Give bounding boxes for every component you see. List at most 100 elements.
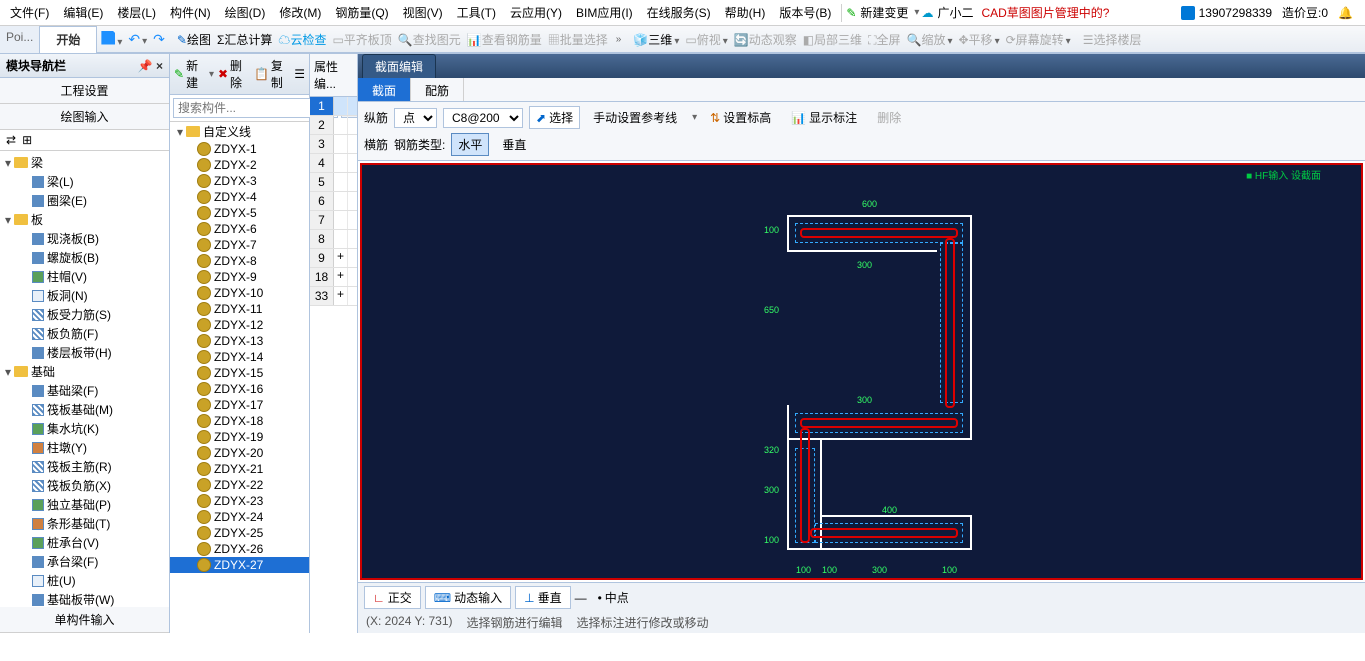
view3d-button[interactable]: 🧊三维▾ [633,31,679,48]
component-item[interactable]: ZDYX-25 [170,525,309,541]
component-item[interactable]: ZDYX-19 [170,429,309,445]
fullscreen-button[interactable]: ⛶全屏 [868,31,900,48]
menu-rebarqty[interactable]: 钢筋量(Q) [329,2,394,23]
drawing-canvas[interactable]: ■ HF输入 设截面 [360,163,1363,580]
property-row[interactable]: 6 [310,192,357,211]
show-anno-button[interactable]: 📊显示标注 [784,106,864,129]
expand-icon[interactable]: ⊞ [22,133,32,147]
ribbon-tab-start[interactable]: 开始 [39,26,97,53]
component-item[interactable]: ZDYX-13 [170,333,309,349]
component-item[interactable]: ZDYX-27 [170,557,309,573]
save-button[interactable]: ▾ [101,31,122,48]
set-elev-button[interactable]: ⇅设置标高 [703,106,778,129]
menu-view[interactable]: 视图(V) [397,2,449,23]
horiz-button[interactable]: 水平 [451,133,489,156]
component-item[interactable]: ZDYX-15 [170,365,309,381]
menu-edit[interactable]: 编辑(E) [57,2,109,23]
menu-help[interactable]: 帮助(H) [719,2,772,23]
local-3d-button[interactable]: ◧局部三维 [803,31,862,48]
undo-button[interactable]: ↶▾ [128,31,147,48]
component-item[interactable]: ZDYX-24 [170,509,309,525]
point-combo[interactable]: 点 [394,108,437,128]
guang-button[interactable]: ☁广小二 [921,4,973,21]
new-button[interactable]: ✎新建▾ [174,57,214,91]
component-item[interactable]: ZDYX-1 [170,141,309,157]
property-row[interactable]: 9+ [310,249,357,268]
menu-bim[interactable]: BIM应用(I) [570,2,639,23]
sub-tab-rebar[interactable]: 配筋 [411,78,464,101]
component-item[interactable]: ZDYX-12 [170,317,309,333]
user-phone[interactable]: 13907298339 [1181,6,1272,20]
component-item[interactable]: ZDYX-17 [170,397,309,413]
property-row[interactable]: 7 [310,211,357,230]
component-tree[interactable]: ▾自定义线 ZDYX-1ZDYX-2ZDYX-3ZDYX-4ZDYX-5ZDYX… [170,122,309,633]
manual-ref-button[interactable]: 手动设置参考线 [586,106,684,129]
cloud-check-button[interactable]: ☁云检查 [278,31,326,48]
component-item[interactable]: ZDYX-6 [170,221,309,237]
menu-member[interactable]: 构件(N) [164,2,217,23]
section-draw-input[interactable]: 绘图输入 [0,104,169,130]
component-item[interactable]: ZDYX-3 [170,173,309,189]
toggle-icon[interactable]: ⇄ [6,133,16,147]
component-item[interactable]: ZDYX-11 [170,301,309,317]
perp-button[interactable]: ⊥垂直 [515,586,570,609]
new-change-button[interactable]: ✎新建变更▾ [846,4,919,21]
copy-button[interactable]: 📋复制 [254,57,290,91]
property-row[interactable]: 3 [310,135,357,154]
menu-tools[interactable]: 工具(T) [451,2,502,23]
view-rebar-button[interactable]: 📊查看钢筋量 [467,31,542,48]
property-row[interactable]: 1 [310,97,357,116]
section-single-input[interactable]: 单构件输入 [0,607,169,633]
component-item[interactable]: ZDYX-23 [170,493,309,509]
property-grid[interactable]: 123456789+18+33+ [310,97,357,633]
property-row[interactable]: 5 [310,173,357,192]
close-icon[interactable]: × [156,59,163,73]
component-item[interactable]: ZDYX-7 [170,237,309,253]
screen-rotate-button[interactable]: ⟳屏幕旋转▾ [1006,31,1071,48]
component-item[interactable]: ZDYX-4 [170,189,309,205]
component-item[interactable]: ZDYX-26 [170,541,309,557]
top-view-button[interactable]: ▭俯视▾ [685,31,727,48]
delete-button[interactable]: ✖删除 [218,57,250,91]
dyn-obs-button[interactable]: 🔄动态观察 [734,31,797,48]
property-row[interactable]: 33+ [310,287,357,306]
more-button[interactable]: ☰ [294,67,305,81]
component-item[interactable]: ZDYX-18 [170,413,309,429]
component-item[interactable]: ZDYX-10 [170,285,309,301]
component-item[interactable]: ZDYX-2 [170,157,309,173]
component-root[interactable]: ▾自定义线 [170,122,309,141]
draw-button[interactable]: ✎绘图 [177,31,211,48]
component-item[interactable]: ZDYX-16 [170,381,309,397]
component-item[interactable]: ZDYX-20 [170,445,309,461]
menu-cloud[interactable]: 云应用(Y) [504,2,568,23]
property-row[interactable]: 18+ [310,268,357,287]
redo-button[interactable]: ↷ [153,31,165,48]
menu-online[interactable]: 在线服务(S) [641,2,717,23]
component-item[interactable]: ZDYX-8 [170,253,309,269]
menu-floor[interactable]: 楼层(L) [111,2,162,23]
pan-button[interactable]: ✥平移▾ [958,31,999,48]
component-item[interactable]: ZDYX-9 [170,269,309,285]
menu-version[interactable]: 版本号(B) [773,2,837,23]
menu-draw[interactable]: 绘图(D) [219,2,272,23]
bell-icon[interactable]: 🔔 [1338,6,1353,20]
component-item[interactable]: ZDYX-5 [170,205,309,221]
sel-floor-button[interactable]: ☰选择楼层 [1083,31,1142,48]
component-item[interactable]: ZDYX-22 [170,477,309,493]
component-item[interactable]: ZDYX-21 [170,461,309,477]
zoom-button[interactable]: 🔍缩放▾ [906,31,952,48]
canvas-delete-button[interactable]: 删除 [870,106,908,129]
category-tree[interactable]: ▾梁 梁(L) 圈梁(E) ▾板 现浇板(B) 螺旋板(B) 柱帽(V) 板洞(… [0,151,169,607]
dyn-input-button[interactable]: ⌨动态输入 [425,586,511,609]
tab-section-edit[interactable]: 截面编辑 [362,54,436,78]
more-icon[interactable]: » [616,34,622,45]
menu-modify[interactable]: 修改(M) [273,2,327,23]
pin-icon[interactable]: 📌 [138,59,153,73]
cad-sketch-link[interactable]: CAD草图图片管理中的? [975,2,1115,23]
property-row[interactable]: 2 [310,116,357,135]
sub-tab-section[interactable]: 截面 [358,78,411,101]
property-row[interactable]: 8 [310,230,357,249]
find-elem-button[interactable]: 🔍查找图元 [398,31,461,48]
property-row[interactable]: 4 [310,154,357,173]
vert-button[interactable]: 垂直 [495,133,533,156]
